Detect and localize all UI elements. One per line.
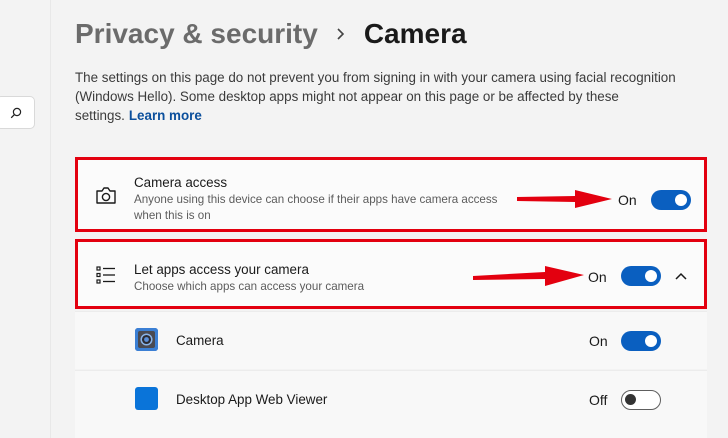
- app-name: Camera: [176, 333, 224, 348]
- let-apps-toggle[interactable]: [621, 266, 661, 286]
- search-button[interactable]: [0, 96, 35, 129]
- app-state: Off: [589, 392, 608, 408]
- app-row-camera: Camera On: [75, 311, 707, 369]
- let-apps-subtitle: Choose which apps can access your camera: [134, 280, 365, 293]
- desktop-app-web-viewer-toggle[interactable]: [621, 390, 661, 410]
- app-name: Desktop App Web Viewer: [176, 392, 328, 407]
- annotation-arrow: [517, 190, 612, 208]
- camera-access-toggle[interactable]: [651, 190, 691, 210]
- chevron-right-icon: [332, 25, 350, 43]
- search-icon: [10, 107, 21, 118]
- annotation-arrow: [473, 266, 584, 286]
- camera-access-state: On: [618, 192, 637, 208]
- camera-app-icon: [135, 328, 158, 351]
- page-description: The settings on this page do not prevent…: [75, 68, 695, 125]
- camera-app-toggle[interactable]: [621, 331, 661, 351]
- camera-access-subtitle: Anyone using this device can choose if t…: [134, 193, 498, 222]
- breadcrumb-parent[interactable]: Privacy & security: [75, 18, 318, 50]
- camera-icon: [95, 185, 117, 207]
- learn-more-link[interactable]: Learn more: [129, 108, 202, 123]
- breadcrumb: Privacy & security Camera: [75, 14, 467, 54]
- desktop-app-web-viewer-icon: [135, 387, 158, 410]
- let-apps-access-setting[interactable]: Let apps access your camera Choose which…: [75, 239, 707, 309]
- app-state: On: [589, 333, 608, 349]
- list-icon: [95, 264, 117, 286]
- app-row-desktop-app-web-viewer: Desktop App Web Viewer Off: [75, 370, 707, 438]
- nav-divider: [50, 0, 51, 438]
- let-apps-state: On: [588, 269, 607, 285]
- let-apps-title: Let apps access your camera: [134, 262, 309, 277]
- chevron-up-icon[interactable]: [674, 269, 688, 283]
- page-title: Camera: [363, 18, 467, 49]
- camera-access-title: Camera access: [134, 175, 228, 190]
